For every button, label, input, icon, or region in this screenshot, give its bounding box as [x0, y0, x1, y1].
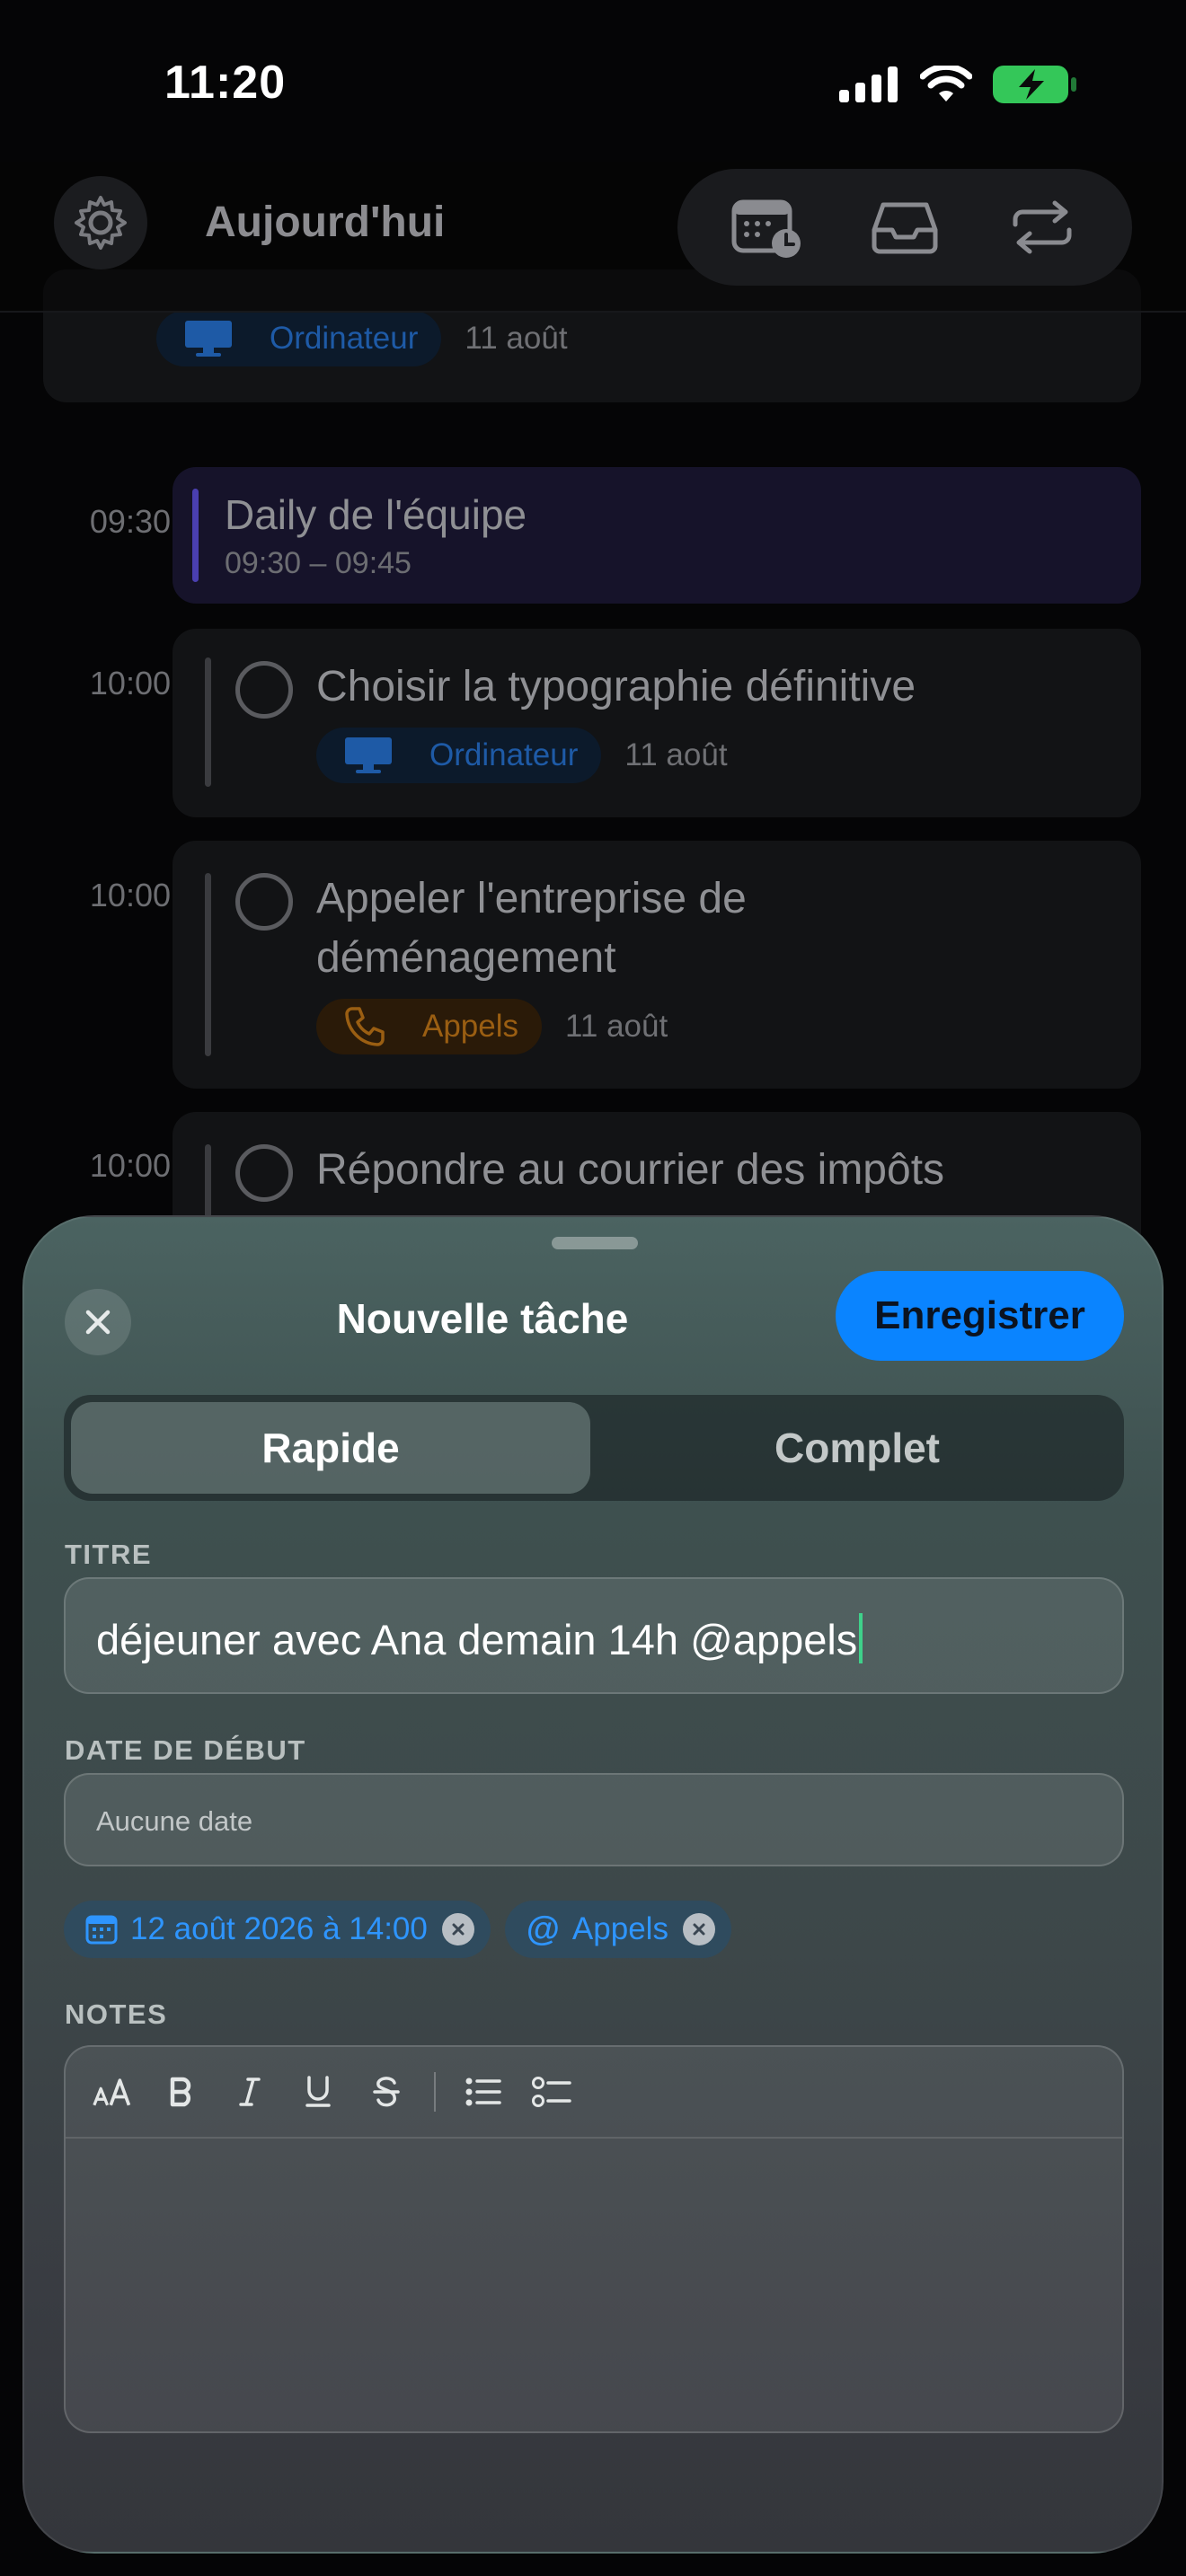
- wifi-icon: [920, 66, 972, 101]
- desktop-icon: [183, 319, 234, 358]
- bullet-list-icon: [465, 2078, 501, 2106]
- save-button[interactable]: Enregistrer: [836, 1271, 1124, 1361]
- bullet-list-button[interactable]: [463, 2069, 504, 2114]
- title-label: TITRE: [65, 1539, 153, 1570]
- task-bar: [205, 873, 211, 1056]
- context-chip: Ordinateur: [316, 728, 602, 783]
- status-icons: [839, 65, 1078, 104]
- mode-segmented-control: Rapide Complet: [64, 1395, 1124, 1501]
- segment-quick[interactable]: Rapide: [71, 1402, 590, 1494]
- time-label: 10:00: [89, 665, 171, 701]
- calendar-button[interactable]: [718, 182, 817, 272]
- title-input-value: déjeuner avec Ana demain 14h @appels: [96, 1616, 858, 1663]
- event-card[interactable]: Daily de l'équipe 09:30 – 09:45: [173, 467, 1141, 604]
- inbox-icon: [872, 202, 938, 254]
- status-time: 11:20: [164, 57, 287, 109]
- context-token-label: Appels: [571, 1911, 668, 1946]
- task-checkbox[interactable]: [235, 1144, 293, 1202]
- strikethrough-icon: [373, 2077, 400, 2107]
- underline-button[interactable]: [297, 2069, 339, 2114]
- context-chip: Appels: [316, 999, 543, 1054]
- repeat-icon: [1013, 200, 1072, 254]
- time-label: 10:00: [89, 877, 171, 913]
- sheet-grabber[interactable]: [552, 1237, 638, 1249]
- parsed-tokens: 12 août 2026 à 14:00 @ Appels: [64, 1901, 731, 1958]
- toolbar-divider: [434, 2072, 436, 2112]
- signal-icon: [839, 66, 898, 102]
- inbox-button[interactable]: [855, 182, 954, 272]
- close-small-icon: [452, 1923, 465, 1936]
- task-title-line1: Appeler l'entreprise de: [316, 875, 747, 922]
- context-chip: Ordinateur: [156, 311, 442, 366]
- italic-icon: [239, 2078, 261, 2106]
- close-small-icon: [693, 1923, 705, 1936]
- notes-format-toolbar: [66, 2047, 1122, 2139]
- title-input[interactable]: déjeuner avec Ana demain 14h @appels: [64, 1577, 1124, 1694]
- notes-editor[interactable]: [64, 2045, 1124, 2433]
- underline-icon: [305, 2076, 331, 2107]
- text-caret: [859, 1613, 863, 1663]
- event-time-range: 09:30 – 09:45: [225, 546, 412, 580]
- strikethrough-button[interactable]: [366, 2069, 407, 2114]
- context-token[interactable]: @ Appels: [504, 1901, 731, 1958]
- gear-icon: [75, 196, 127, 250]
- event-title: Daily de l'équipe: [225, 491, 527, 538]
- header-toolbar: [677, 169, 1132, 286]
- status-bar: 11:20: [0, 0, 1186, 171]
- date-token-label: 12 août 2026 à 14:00: [130, 1911, 428, 1946]
- task-date: 11 août: [465, 321, 568, 356]
- task-checkbox[interactable]: [235, 661, 293, 719]
- calendar-clock-icon: [731, 199, 801, 258]
- start-date-field[interactable]: Aucune date: [64, 1773, 1124, 1866]
- at-sign-icon: @: [526, 1910, 560, 1948]
- page-title: Aujourd'hui: [205, 198, 446, 246]
- new-task-sheet: Nouvelle tâche Enregistrer Rapide Comple…: [22, 1215, 1164, 2554]
- header: Aujourd'hui: [0, 162, 1186, 313]
- time-label: 10:00: [89, 1147, 171, 1184]
- text-size-button[interactable]: [93, 2069, 134, 2114]
- checklist-icon: [532, 2077, 571, 2107]
- task-card[interactable]: Appeler l'entreprise de déménagement App…: [173, 841, 1141, 1089]
- calendar-icon: [85, 1914, 118, 1945]
- task-card[interactable]: Choisir la typographie définitive Ordina…: [173, 629, 1141, 817]
- notes-label: NOTES: [65, 1998, 168, 2030]
- task-checkbox[interactable]: [235, 873, 293, 931]
- bold-button[interactable]: [161, 2069, 202, 2114]
- sheet-title: Nouvelle tâche: [336, 1295, 629, 1342]
- task-bar: [205, 657, 211, 787]
- task-title-line2: déménagement: [316, 934, 616, 982]
- date-token[interactable]: 12 août 2026 à 14:00: [64, 1901, 491, 1958]
- battery-charging-icon: [993, 66, 1076, 103]
- start-date-placeholder: Aucune date: [96, 1805, 253, 1837]
- phone-icon: [343, 1005, 386, 1048]
- desktop-icon: [343, 736, 394, 775]
- event-color-bar: [192, 489, 199, 582]
- segment-full[interactable]: Complet: [597, 1402, 1117, 1494]
- repeat-button[interactable]: [993, 182, 1092, 272]
- italic-button[interactable]: [229, 2069, 270, 2114]
- remove-context-token-button[interactable]: [682, 1913, 715, 1945]
- task-date: 11 août: [565, 1009, 668, 1044]
- text-size-icon: [93, 2078, 131, 2106]
- start-date-label: DATE DE DÉBUT: [65, 1734, 306, 1766]
- task-title: Choisir la typographie définitive: [316, 663, 916, 710]
- task-title: Répondre au courrier des impôts: [316, 1146, 945, 1194]
- settings-button[interactable]: [54, 176, 147, 269]
- bold-icon: [170, 2077, 191, 2107]
- checklist-button[interactable]: [531, 2069, 572, 2114]
- task-date: 11 août: [624, 737, 728, 772]
- time-label: 09:30: [89, 503, 171, 540]
- remove-date-token-button[interactable]: [441, 1913, 474, 1945]
